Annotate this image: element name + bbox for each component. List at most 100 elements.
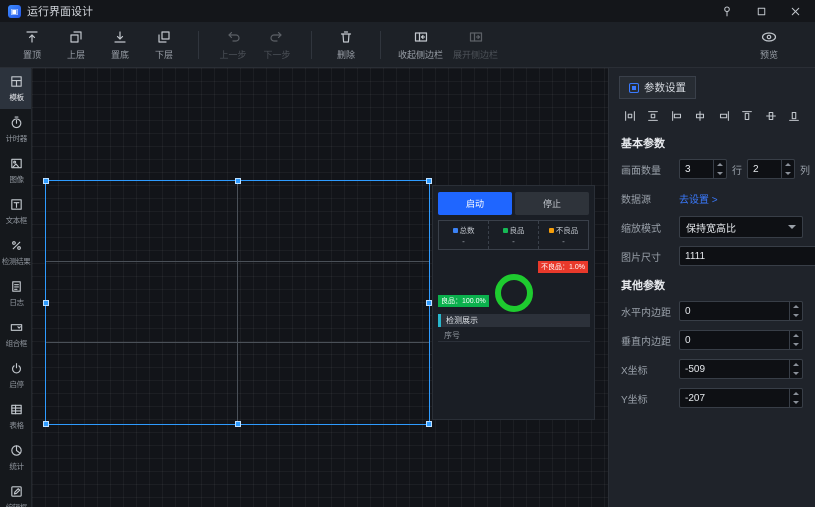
space-evenly-v-icon[interactable] xyxy=(644,107,662,125)
selection-handle-ne[interactable] xyxy=(426,178,432,184)
stepper-arrows[interactable] xyxy=(713,160,726,178)
vpadding-input[interactable] xyxy=(680,331,789,349)
sidebar-item-statistics[interactable]: 统计 xyxy=(0,437,32,478)
align-bottom-icon[interactable] xyxy=(785,107,803,125)
sidebar-item-image[interactable]: 图像 xyxy=(0,150,32,191)
textbox-icon xyxy=(9,197,24,212)
template-cell xyxy=(46,181,238,262)
move-down-layer-button[interactable]: 下层 xyxy=(142,25,186,65)
align-center-horizontal-icon[interactable] xyxy=(691,107,709,125)
defect-rate-tag: 不良品：1.0% xyxy=(538,261,588,273)
section-basic-params: 基本参数 xyxy=(621,135,803,151)
send-to-back-button[interactable]: 置底 xyxy=(98,25,142,65)
stat-good: 良品 - xyxy=(488,221,538,249)
rows-count-input[interactable] xyxy=(680,160,713,178)
align-right-icon[interactable] xyxy=(715,107,733,125)
titlebar: ▣ 运行界面设计 xyxy=(0,0,815,22)
image-size-row: 图片尺寸 宽 高 xyxy=(621,245,803,267)
delete-button[interactable]: 删除 xyxy=(324,25,368,65)
params-panel: 参数设置 基本参数 画面数量 xyxy=(608,68,815,507)
selected-template-grid[interactable] xyxy=(45,180,430,425)
hpadding-row: 水平内边距 xyxy=(621,300,803,322)
x-coordinate-input[interactable] xyxy=(680,360,789,378)
stepper-arrows[interactable] xyxy=(789,389,802,407)
image-width-input[interactable] xyxy=(679,246,815,266)
start-button[interactable]: 启动 xyxy=(438,192,512,215)
design-canvas[interactable]: 启动 停止 总数 - 良品 - 不良品 - 不良品：1.0% 良品：100.0%… xyxy=(32,68,608,507)
rows-count-stepper[interactable] xyxy=(679,159,727,179)
stats-box: 总数 - 良品 - 不良品 - xyxy=(438,220,589,250)
maximize-icon[interactable] xyxy=(753,3,769,19)
chevron-down-icon xyxy=(788,225,796,229)
align-middle-vertical-icon[interactable] xyxy=(762,107,780,125)
template-cell xyxy=(238,262,430,343)
align-left-icon[interactable] xyxy=(668,107,686,125)
selection-handle-sw[interactable] xyxy=(43,421,49,427)
space-evenly-h-icon[interactable] xyxy=(621,107,639,125)
layer-up-icon xyxy=(68,29,84,45)
good-rate-tag: 良品：100.0% xyxy=(438,295,489,307)
x-coordinate-stepper[interactable] xyxy=(679,359,803,379)
selection-handle-n[interactable] xyxy=(235,178,241,184)
edit-icon xyxy=(9,484,24,499)
sidebar-item-combobox[interactable]: 组合框 xyxy=(0,314,32,355)
app-icon: ▣ xyxy=(8,5,21,18)
undo-button[interactable]: 上一步 xyxy=(211,25,255,65)
eye-icon xyxy=(760,29,778,45)
collapse-sidebar-icon xyxy=(413,29,429,45)
window-title: 运行界面设计 xyxy=(27,3,93,19)
stepper-arrows[interactable] xyxy=(781,160,794,178)
y-coordinate-input[interactable] xyxy=(680,389,789,407)
sidebar-item-startstop[interactable]: 启停 xyxy=(0,355,32,396)
image-icon xyxy=(9,156,24,171)
align-top-icon[interactable] xyxy=(738,107,756,125)
sidebar-item-table[interactable]: 表格 xyxy=(0,396,32,437)
preview-button[interactable]: 预览 xyxy=(747,25,791,65)
y-coordinate-row: Y坐标 xyxy=(621,387,803,409)
combobox-icon xyxy=(9,320,24,335)
bring-to-front-button[interactable]: 置顶 xyxy=(10,25,54,65)
close-icon[interactable] xyxy=(787,3,803,19)
cols-count-input[interactable] xyxy=(748,160,781,178)
hpadding-input[interactable] xyxy=(680,302,789,320)
stepper-arrows[interactable] xyxy=(789,302,802,320)
selection-handle-w[interactable] xyxy=(43,300,49,306)
stepper-arrows[interactable] xyxy=(789,331,802,349)
sidebar-item-log[interactable]: 日志 xyxy=(0,273,32,314)
layer-bottom-icon xyxy=(112,29,128,45)
hpadding-stepper[interactable] xyxy=(679,301,803,321)
selection-handle-se[interactable] xyxy=(426,421,432,427)
log-icon xyxy=(9,279,24,294)
collapse-sidebar-button[interactable]: 收起侧边栏 xyxy=(393,25,448,65)
timer-icon xyxy=(9,115,24,130)
sidebar-item-textbox[interactable]: 文本框 xyxy=(0,191,32,232)
toolbar-separator xyxy=(311,31,312,59)
stat-total: 总数 - xyxy=(439,221,488,249)
move-up-layer-button[interactable]: 上层 xyxy=(54,25,98,65)
redo-button[interactable]: 下一步 xyxy=(255,25,299,65)
scale-mode-select[interactable]: 保持宽高比 xyxy=(679,216,803,238)
cols-count-stepper[interactable] xyxy=(747,159,795,179)
selection-handle-s[interactable] xyxy=(235,421,241,427)
component-sidebar: 模板 计时器 图像 文本框 检测结果 日志 组合框 启停 表格 统计 编辑框 xyxy=(0,68,32,507)
sidebar-item-template[interactable]: 模板 xyxy=(0,68,32,109)
template-icon xyxy=(9,74,24,89)
vpadding-stepper[interactable] xyxy=(679,330,803,350)
sidebar-item-timer[interactable]: 计时器 xyxy=(0,109,32,150)
sidebar-item-editbox[interactable]: 编辑框 xyxy=(0,478,32,507)
sidebar-item-detect-result[interactable]: 检测结果 xyxy=(0,232,32,273)
stepper-arrows[interactable] xyxy=(789,360,802,378)
template-cell xyxy=(46,262,238,343)
selection-handle-nw[interactable] xyxy=(43,178,49,184)
params-title: 参数设置 xyxy=(644,80,686,95)
redo-icon xyxy=(269,29,285,45)
stat-marker xyxy=(503,228,508,233)
stop-button[interactable]: 停止 xyxy=(515,192,589,215)
y-coordinate-stepper[interactable] xyxy=(679,388,803,408)
vpadding-row: 垂直内边距 xyxy=(621,329,803,351)
datasource-settings-link[interactable]: 去设置 > xyxy=(679,191,718,206)
expand-sidebar-button[interactable]: 展开侧边栏 xyxy=(448,25,503,65)
pin-icon[interactable] xyxy=(719,3,735,19)
toolbar: 置顶 上层 置底 下层 上一步 下一步 删除 收起侧边栏 展开侧边栏 预览 xyxy=(0,22,815,68)
preview-widgets-panel[interactable]: 启动 停止 总数 - 良品 - 不良品 - 不良品：1.0% 良品：100.0%… xyxy=(432,185,595,420)
